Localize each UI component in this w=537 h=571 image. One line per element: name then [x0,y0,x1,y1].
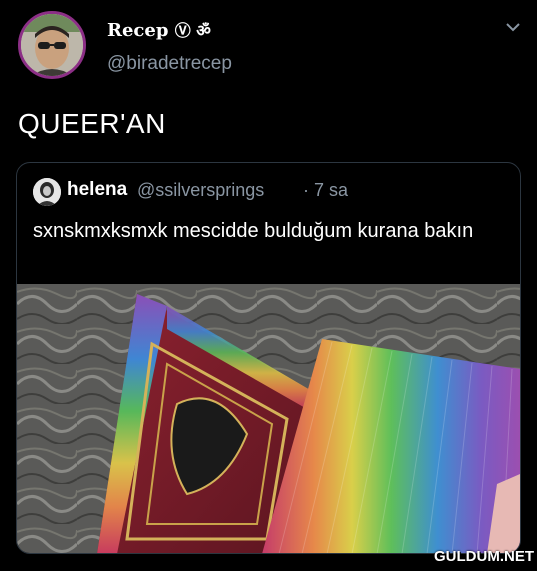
quote-timestamp[interactable]: · 7 sa [303,180,348,201]
display-name[interactable]: Recep Ⓥ ॐ [107,17,211,41]
quote-display-name[interactable]: helena [67,179,127,201]
chevron-down-icon[interactable] [503,20,523,36]
display-name-text: Recep [107,20,169,41]
quote-photo[interactable] [17,284,520,554]
quote-handle[interactable]: @ssilversprings [137,180,264,201]
quote-avatar[interactable] [33,178,61,206]
tweet-text: QUEER'AN [18,108,166,139]
watermark: GULDUM.NET [434,548,534,565]
quote-avatar-photo [33,178,61,206]
avatar-photo [21,14,83,76]
quote-text: sxnskmxksmxk mescidde bulduğum kurana ba… [33,220,474,242]
name-symbols: Ⓥ ॐ [174,21,211,40]
avatar[interactable] [18,11,86,79]
user-handle[interactable]: @biradetrecep [107,53,232,75]
quoted-tweet-card[interactable]: helena @ssilversprings · 7 sa sxnskmxksm… [16,162,521,554]
